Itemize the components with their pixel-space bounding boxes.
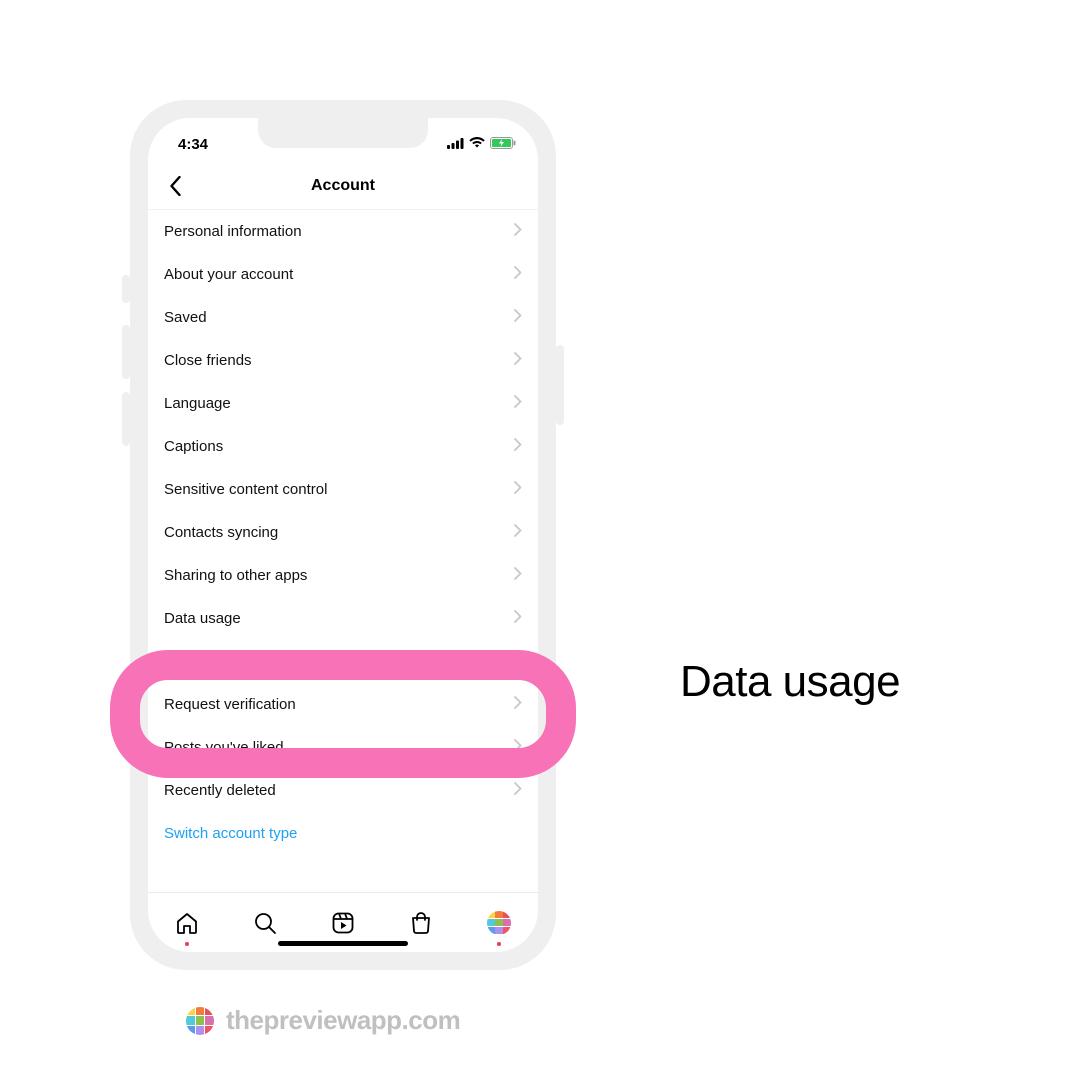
callout-text: Data usage	[680, 657, 900, 707]
row-personal-information[interactable]: Personal information	[148, 210, 538, 253]
chevron-right-icon	[514, 653, 522, 670]
row-contacts-syncing[interactable]: Contacts syncing	[148, 511, 538, 554]
home-icon	[175, 911, 199, 935]
settings-list: Personal information About your account …	[148, 210, 538, 892]
search-icon	[253, 911, 277, 935]
reels-icon	[331, 911, 355, 935]
row-original-photos[interactable]: Original photos	[148, 640, 538, 683]
side-button	[122, 325, 130, 379]
battery-charging-icon	[490, 136, 516, 153]
chevron-right-icon	[514, 696, 522, 713]
row-language[interactable]: Language	[148, 382, 538, 425]
chevron-right-icon	[514, 352, 522, 369]
profile-avatar-icon	[487, 911, 511, 935]
row-label: Recently deleted	[164, 782, 276, 799]
tab-bar	[148, 892, 538, 952]
tab-shop[interactable]	[407, 909, 435, 937]
chevron-right-icon	[514, 782, 522, 799]
row-label: Posts you've liked	[164, 739, 284, 756]
notch	[258, 118, 428, 148]
chevron-right-icon	[514, 309, 522, 326]
signal-icon	[447, 136, 464, 153]
status-time: 4:34	[178, 136, 208, 153]
row-about-your-account[interactable]: About your account	[148, 253, 538, 296]
chevron-right-icon	[514, 739, 522, 756]
shop-icon	[409, 911, 433, 935]
row-label: Personal information	[164, 223, 302, 240]
phone-frame: 4:34 Account Personal information Ab	[130, 100, 556, 970]
footer-brand: thepreviewapp.com	[186, 1005, 460, 1036]
phone-screen: 4:34 Account Personal information Ab	[148, 118, 538, 952]
tab-home[interactable]	[173, 909, 201, 937]
chevron-right-icon	[514, 481, 522, 498]
row-request-verification[interactable]: Request verification	[148, 683, 538, 726]
tab-search[interactable]	[251, 909, 279, 937]
footer-url: thepreviewapp.com	[226, 1005, 460, 1036]
chevron-right-icon	[514, 395, 522, 412]
row-sensitive-content-control[interactable]: Sensitive content control	[148, 468, 538, 511]
chevron-right-icon	[514, 438, 522, 455]
side-button	[556, 345, 564, 425]
row-recently-deleted[interactable]: Recently deleted	[148, 769, 538, 812]
notification-dot	[497, 942, 501, 946]
home-indicator[interactable]	[278, 941, 408, 946]
row-label: Contacts syncing	[164, 524, 278, 541]
row-label: Switch account type	[164, 825, 297, 842]
notification-dot	[185, 942, 189, 946]
chevron-left-icon	[169, 176, 182, 196]
chevron-right-icon	[514, 524, 522, 541]
brand-logo-icon	[186, 1007, 214, 1035]
chevron-right-icon	[514, 610, 522, 627]
page-title: Account	[148, 177, 538, 195]
side-button	[122, 392, 130, 446]
row-label: Sensitive content control	[164, 481, 327, 498]
row-label: Captions	[164, 438, 223, 455]
side-button	[122, 275, 130, 303]
row-label: Sharing to other apps	[164, 567, 307, 584]
row-captions[interactable]: Captions	[148, 425, 538, 468]
row-label: Request verification	[164, 696, 296, 713]
back-button[interactable]	[162, 173, 188, 199]
chevron-right-icon	[514, 266, 522, 283]
row-close-friends[interactable]: Close friends	[148, 339, 538, 382]
row-label: About your account	[164, 266, 293, 283]
tab-reels[interactable]	[329, 909, 357, 937]
row-label: Data usage	[164, 610, 241, 627]
nav-header: Account	[148, 162, 538, 210]
row-label: Language	[164, 395, 231, 412]
wifi-icon	[469, 136, 485, 153]
chevron-right-icon	[514, 567, 522, 584]
chevron-right-icon	[514, 223, 522, 240]
row-posts-youve-liked[interactable]: Posts you've liked	[148, 726, 538, 769]
row-label: Original photos	[164, 653, 265, 670]
row-label: Saved	[164, 309, 207, 326]
row-label: Close friends	[164, 352, 252, 369]
row-data-usage[interactable]: Data usage	[148, 597, 538, 640]
row-switch-account-type[interactable]: Switch account type	[148, 812, 538, 855]
row-sharing-to-other-apps[interactable]: Sharing to other apps	[148, 554, 538, 597]
tab-profile[interactable]	[485, 909, 513, 937]
row-saved[interactable]: Saved	[148, 296, 538, 339]
